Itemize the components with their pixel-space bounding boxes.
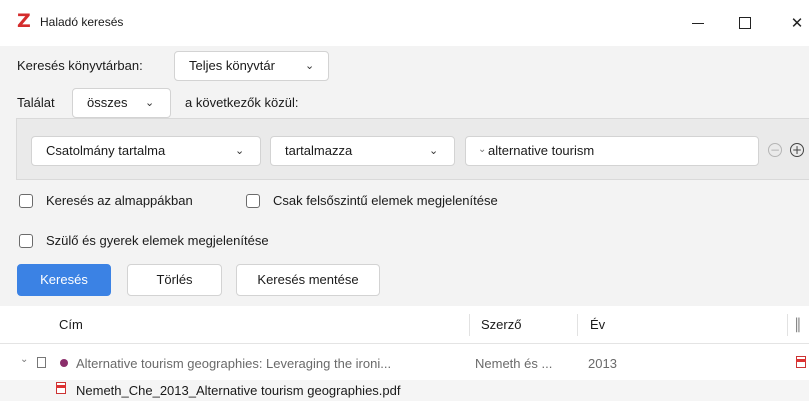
search-button[interactable]: Keresés [17,264,111,296]
parent-child-checkbox[interactable] [19,234,33,248]
top-level-label: Csak felsőszintű elemek megjelenítése [273,193,498,208]
column-author[interactable]: Szerző [481,317,521,332]
column-divider[interactable] [469,314,470,336]
close-button[interactable]: ✕ [782,9,809,37]
document-icon [37,357,46,368]
library-dropdown-value: Teljes könyvtár [189,58,275,73]
zotero-logo: Z [17,10,31,32]
save-search-button[interactable]: Keresés mentése [236,264,380,296]
clear-button[interactable]: Törlés [127,264,222,296]
match-label: Találat [17,95,55,110]
expand-chevron-icon[interactable]: ⌄ [20,354,28,365]
pdf-icon[interactable] [796,356,806,368]
subfolders-label: Keresés az almappákban [46,193,193,208]
add-condition-button[interactable]: + [790,143,804,157]
chevron-down-icon: ⌄ [145,97,155,109]
match-suffix-label: a következők közül: [185,95,299,110]
chevron-down-icon: ⌄ [429,145,439,157]
match-dropdown-value: összes [87,95,128,110]
condition-value-input[interactable]: ⌄ alternative tourism [465,136,759,166]
maximize-button[interactable] [730,9,760,37]
maximize-icon [739,17,751,29]
column-divider[interactable] [577,314,578,336]
condition-operator-dropdown[interactable]: tartalmazza ⌄ [270,136,455,166]
plus-icon: + [791,143,803,157]
subfolders-checkbox[interactable] [19,194,33,208]
tag-color-dot [60,359,68,367]
chevron-down-icon: ⌄ [305,60,315,72]
column-year[interactable]: Év [590,317,605,332]
row-title: Alternative tourism geographies: Leverag… [76,356,392,371]
paperclip-icon[interactable]: ∥ [794,315,802,333]
condition-field-value: Csatolmány tartalma [46,143,166,158]
condition-field-dropdown[interactable]: Csatolmány tartalma ⌄ [31,136,261,166]
row-year: 2013 [588,356,617,371]
condition-operator-value: tartalmazza [285,143,353,158]
window-title: Haladó keresés [40,15,124,29]
condition-value-text: alternative tourism [488,143,595,158]
search-mode-chevron-icon[interactable]: ⌄ [478,136,486,164]
column-title[interactable]: Cím [59,317,83,332]
remove-condition-button[interactable]: − [768,143,782,157]
library-dropdown[interactable]: Teljes könyvtár ⌄ [174,51,329,81]
top-level-checkbox[interactable] [246,194,260,208]
row-author: Nemeth és ... [475,356,553,371]
table-row[interactable]: ⌄ Alternative tourism geographies: Lever… [0,344,809,380]
table-row-child[interactable]: Nemeth_Che_2013_Alternative tourism geog… [0,380,809,401]
minimize-icon [692,23,704,24]
search-in-library-label: Keresés könyvtárban: [17,58,143,73]
attachment-title: Nemeth_Che_2013_Alternative tourism geog… [76,383,401,398]
minus-icon: − [769,143,781,157]
chevron-down-icon: ⌄ [235,145,245,157]
close-icon: ✕ [790,14,804,32]
match-dropdown[interactable]: összes ⌄ [72,88,171,118]
results-table-header: Cím Szerző Év ∥ [0,306,809,344]
column-divider[interactable] [787,314,788,336]
parent-child-label: Szülő és gyerek elemek megjelenítése [46,233,269,248]
pdf-icon [56,382,66,394]
minimize-button[interactable] [683,9,713,37]
